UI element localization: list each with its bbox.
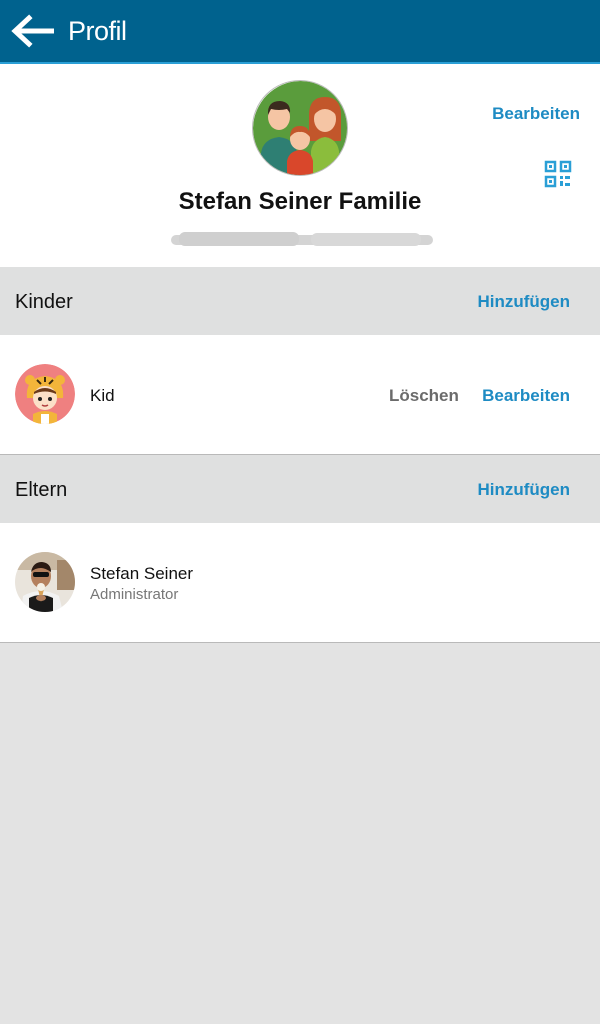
family-avatar[interactable]	[252, 80, 348, 176]
parent-list-item[interactable]: Stefan Seiner Administrator	[0, 523, 600, 643]
child-avatar	[15, 364, 75, 424]
parent-avatar	[15, 552, 75, 612]
add-parent-button[interactable]: Hinzufügen	[477, 480, 570, 500]
family-illustration	[253, 81, 347, 175]
edit-child-button[interactable]: Bearbeiten	[482, 386, 570, 406]
redacted-email	[171, 229, 433, 249]
back-arrow-icon	[11, 14, 55, 48]
child-list-item[interactable]: Kid Löschen Bearbeiten	[0, 335, 600, 455]
app-bar: Profil	[0, 0, 600, 64]
parents-section-title: Eltern	[15, 479, 68, 501]
back-button[interactable]	[10, 14, 55, 48]
delete-child-button[interactable]: Löschen	[389, 386, 459, 406]
children-section-title: Kinder	[15, 291, 73, 313]
page-title: Profil	[68, 16, 127, 46]
add-child-button[interactable]: Hinzufügen	[477, 292, 570, 312]
parents-section-header: Eltern Hinzufügen	[0, 455, 600, 523]
family-profile-card: Bearbeiten Stefan Seiner Familie	[0, 64, 600, 267]
children-section-header: Kinder Hinzufügen	[0, 267, 600, 335]
qr-code-icon[interactable]	[544, 160, 572, 188]
parent-name: Stefan Seiner	[90, 564, 194, 583]
parent-role: Administrator	[90, 586, 179, 603]
family-name: Stefan Seiner Familie	[178, 188, 422, 215]
edit-profile-button[interactable]: Bearbeiten	[492, 104, 580, 124]
child-name: Kid	[90, 386, 115, 405]
